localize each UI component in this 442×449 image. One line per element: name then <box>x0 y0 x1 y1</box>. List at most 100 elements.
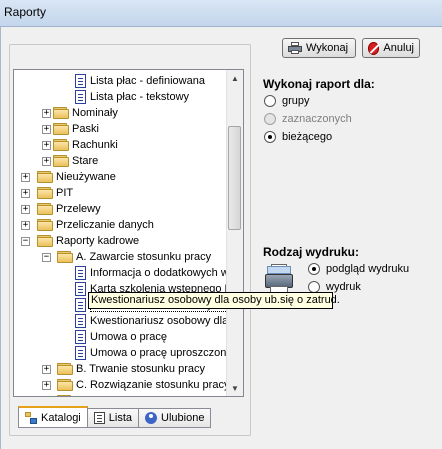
tree-item-label: B. Trwanie stosunku pracy <box>76 363 206 375</box>
tree-item-label: Umowa o pracę uproszczona <box>90 347 228 359</box>
folder-icon <box>57 379 73 391</box>
radio-button[interactable] <box>264 95 276 107</box>
expand-icon[interactable]: + <box>21 173 30 182</box>
document-icon <box>75 90 86 104</box>
tree-folder[interactable]: D. Umowy cywilnoprawne <box>57 393 202 396</box>
collapse-icon[interactable]: − <box>21 237 30 246</box>
scroll-down-icon[interactable]: ▼ <box>227 380 243 396</box>
tree-folder[interactable]: PIT <box>37 185 73 201</box>
scroll-thumb[interactable] <box>228 126 241 230</box>
expand-icon[interactable]: + <box>21 205 30 214</box>
catalog-icon <box>25 411 37 424</box>
folder-icon <box>53 155 69 167</box>
tree-tooltip: Kwestionariusz osobowy dla osoby ub.się … <box>88 292 340 309</box>
report-for-title: Wykonaj raport dla: <box>263 77 375 91</box>
tree-item-label: Przeliczanie danych <box>56 219 154 231</box>
radio-label: bieżącego <box>282 131 333 143</box>
document-icon <box>75 282 86 296</box>
tree-item-label: C. Rozwiązanie stosunku pracy <box>76 379 228 391</box>
catalog-tabs: Katalogi Lista Ulubione <box>18 406 212 430</box>
radio-label: grupy <box>282 95 310 107</box>
folder-icon <box>57 363 73 375</box>
tree-report[interactable]: Lista płac - definiowana <box>75 73 205 89</box>
radio-option-group[interactable]: grupy <box>264 95 310 107</box>
expand-icon[interactable]: + <box>42 125 51 134</box>
folder-icon <box>37 219 53 231</box>
collapse-icon[interactable]: − <box>42 253 51 262</box>
expand-icon[interactable]: + <box>42 141 51 150</box>
radio-option-preview[interactable]: podgląd wydruku <box>308 263 409 275</box>
tree-report[interactable]: Kwestionariusz osobowy dla <box>75 313 228 329</box>
tree-folder[interactable]: B. Trwanie stosunku pracy <box>57 361 205 377</box>
folder-icon <box>57 395 73 396</box>
cancel-button[interactable]: Anuluj <box>362 38 420 58</box>
tree-folder[interactable]: Raporty kadrowe <box>37 233 139 249</box>
tree-item-label: Informacja o dodatkowych w <box>90 267 228 279</box>
folder-icon <box>53 139 69 151</box>
tree-item-label: PIT <box>56 187 74 199</box>
printer-icon <box>288 42 302 54</box>
scroll-up-icon[interactable]: ▲ <box>227 70 243 86</box>
tab-list[interactable]: Lista <box>86 408 140 428</box>
tree-item-label: Lista płac - tekstowy <box>90 91 190 103</box>
tree-folder[interactable]: Nieużywane <box>37 169 116 185</box>
tree-item-label: Rachunki <box>72 139 118 151</box>
execute-button-label: Wykonaj <box>306 42 349 54</box>
expand-icon[interactable]: + <box>21 221 30 230</box>
radio-label: podgląd wydruku <box>326 263 410 275</box>
expand-icon[interactable]: + <box>21 189 30 198</box>
expand-icon[interactable]: + <box>42 109 51 118</box>
tree-item-label: Raporty kadrowe <box>56 235 140 247</box>
radio-button[interactable] <box>308 263 320 275</box>
execute-button[interactable]: Wykonaj <box>282 38 356 58</box>
tree-folder[interactable]: Przeliczanie danych <box>37 217 154 233</box>
tree-item-label: Stare <box>72 155 99 167</box>
document-icon <box>75 266 86 280</box>
tree-folder[interactable]: A. Zawarcie stosunku pracy <box>57 249 211 265</box>
expand-icon[interactable]: + <box>42 157 51 166</box>
print-type-title: Rodzaj wydruku: <box>263 245 360 259</box>
tree-scrollbar[interactable]: ▲ ▼ <box>226 70 243 396</box>
folder-icon <box>57 251 73 263</box>
report-tree[interactable]: Lista płac - definiowana Lista płac - tek… <box>13 69 244 397</box>
tree-item-label: Lista płac - definiowana <box>90 75 205 87</box>
radio-button[interactable] <box>264 113 276 125</box>
tree-item-label: Kwestionariusz osobowy dla <box>90 315 228 327</box>
cancel-button-label: Anuluj <box>383 42 414 54</box>
favorites-icon <box>145 412 158 424</box>
folder-icon <box>37 203 53 215</box>
document-icon <box>75 298 86 312</box>
tree-item-label: Nominały <box>72 107 118 119</box>
tab-favorites[interactable]: Ulubione <box>138 408 212 428</box>
radio-label: zaznaczonych <box>282 113 352 125</box>
tab-label: Lista <box>108 412 133 424</box>
tab-label: Katalogi <box>41 411 81 424</box>
tree-folder[interactable]: Paski <box>53 121 99 137</box>
tree-report[interactable]: Lista płac - tekstowy <box>75 89 189 105</box>
cancel-icon <box>368 41 380 55</box>
tab-label: Ulubione <box>161 412 205 424</box>
tree-folder[interactable]: Nominały <box>53 105 118 121</box>
radio-option-selected[interactable]: zaznaczonych <box>264 113 352 125</box>
tree-item-label: A. Zawarcie stosunku pracy <box>76 251 212 263</box>
tree-report[interactable]: Umowa o pracę <box>75 329 167 345</box>
document-icon <box>75 346 86 360</box>
report-tree-viewport: Lista płac - definiowana Lista płac - tek… <box>14 70 228 396</box>
tree-folder[interactable]: C. Rozwiązanie stosunku pracy <box>57 377 228 393</box>
title-bar: Raporty <box>0 0 442 27</box>
tree-item-label: Przelewy <box>56 203 101 215</box>
tree-item-label: D. Umowy cywilnoprawne <box>76 395 202 396</box>
tab-catalogs[interactable]: Katalogi <box>18 406 88 428</box>
folder-icon <box>53 123 69 135</box>
expand-icon[interactable]: + <box>42 365 51 374</box>
tree-report[interactable]: Informacja o dodatkowych w <box>75 265 228 281</box>
tree-folder[interactable]: Przelewy <box>37 201 101 217</box>
tree-folder[interactable]: Rachunki <box>53 137 118 153</box>
tree-item-label: Nieużywane <box>56 171 116 183</box>
tree-report[interactable]: Umowa o pracę uproszczona <box>75 345 228 361</box>
expand-icon[interactable]: + <box>42 381 51 390</box>
folder-icon <box>53 107 69 119</box>
radio-button[interactable] <box>264 131 276 143</box>
radio-option-current[interactable]: bieżącego <box>264 131 332 143</box>
tree-folder[interactable]: Stare <box>53 153 98 169</box>
